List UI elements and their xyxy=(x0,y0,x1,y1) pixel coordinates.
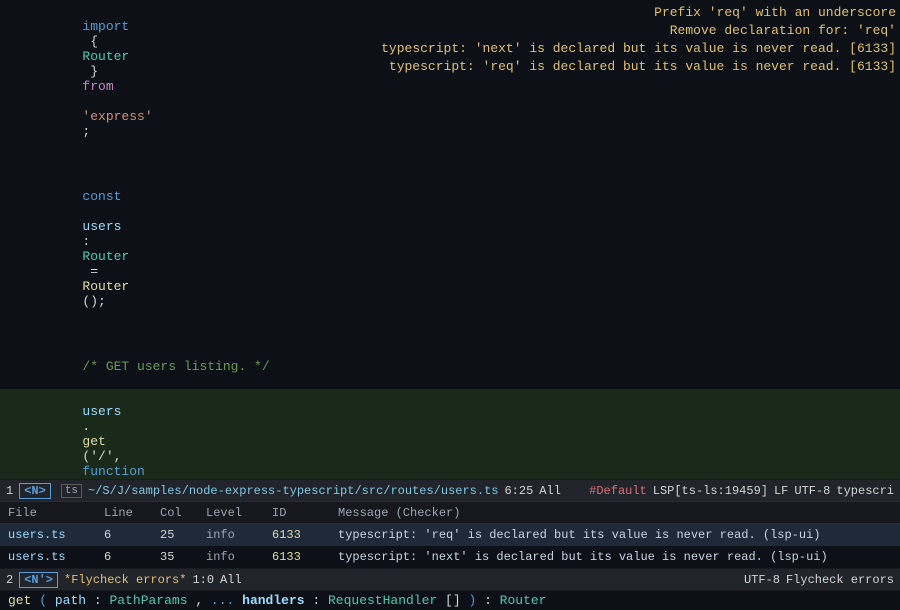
status-position: 6:25 xyxy=(504,484,533,498)
status-mode: <N> xyxy=(19,483,51,499)
status-lsp: LSP[ts-ls:19459] xyxy=(653,484,768,498)
bottom-mode: <N'> xyxy=(19,572,58,588)
bottom-linenum: 2 xyxy=(6,573,13,587)
code-line-5: /* GET users listing. */ xyxy=(0,344,900,389)
echo-area: get ( path : PathParams , ... handlers :… xyxy=(0,590,900,610)
code-line-1: import { Router } from 'express' ; xyxy=(0,4,900,154)
str-express: 'express' xyxy=(82,109,152,124)
diag-header: File Line Col Level ID Message (Checker) xyxy=(0,502,900,524)
diag-col-col: Col xyxy=(160,506,190,520)
editor-area: Prefix 'req' with an underscore Remove d… xyxy=(0,0,900,479)
bottom-flycheck-label: *Flycheck errors* xyxy=(64,573,186,587)
code-line-6: ● users . get ('/', function ( req , res… xyxy=(0,389,900,479)
diag-file-1: users.ts xyxy=(8,528,88,542)
status-linenum: 1 xyxy=(6,484,13,498)
diag-row-2[interactable]: users.ts 6 35 info 6133 typescript: 'nex… xyxy=(0,546,900,568)
code-content: import { Router } from 'express' ; xyxy=(20,4,900,154)
status-path: ~/S/J/samples/node-express-typescript/sr… xyxy=(88,484,498,498)
kw-from: from xyxy=(82,79,113,94)
diag-col-level: Level xyxy=(206,506,256,520)
diag-msg-1: typescript: 'req' is declared but its va… xyxy=(338,528,892,542)
kw-import: import xyxy=(82,19,129,34)
echo-fn-name: get ( path : PathParams , ... handlers :… xyxy=(8,593,546,608)
type-router: Router xyxy=(82,49,129,64)
diag-col-2: 35 xyxy=(160,550,190,564)
diag-level-1: info xyxy=(206,528,256,542)
code-line-4 xyxy=(0,324,900,344)
diag-col-line: Line xyxy=(104,506,144,520)
diag-col-msg: Message (Checker) xyxy=(338,506,892,520)
status-all: All xyxy=(539,484,561,498)
code-line-2 xyxy=(0,154,900,174)
diag-id-2: 6133 xyxy=(272,550,322,564)
status-ts-badge: ts xyxy=(61,484,82,498)
bottom-flycheck: Flycheck errors xyxy=(786,573,894,587)
bottom-status-bar: 2 <N'> *Flycheck errors* 1:0 All UTF-8 F… xyxy=(0,568,900,590)
status-default: #Default xyxy=(589,484,647,498)
status-lineending: LF xyxy=(774,484,788,498)
diag-line-1: 6 xyxy=(104,528,144,542)
status-major-mode: typescri xyxy=(836,484,894,498)
bottom-errors: 1:0 xyxy=(192,573,214,587)
diag-level-2: info xyxy=(206,550,256,564)
diagnostics-panel: File Line Col Level ID Message (Checker)… xyxy=(0,501,900,568)
diag-row-1[interactable]: users.ts 6 25 info 6133 typescript: 'req… xyxy=(0,524,900,546)
diag-file-2: users.ts xyxy=(8,550,88,564)
code-container[interactable]: Prefix 'req' with an underscore Remove d… xyxy=(0,0,900,479)
diag-col-1: 25 xyxy=(160,528,190,542)
diag-col-file: File xyxy=(8,506,88,520)
diag-msg-2: typescript: 'next' is declared but its v… xyxy=(338,550,892,564)
diag-col-id: ID xyxy=(272,506,322,520)
status-encoding: UTF-8 xyxy=(794,484,830,498)
code-line-3: const users : Router = Router (); xyxy=(0,174,900,324)
diag-id-1: 6133 xyxy=(272,528,322,542)
bottom-all: All xyxy=(220,573,242,587)
diag-line-2: 6 xyxy=(104,550,144,564)
bottom-encoding: UTF-8 xyxy=(744,573,780,587)
status-bar: 1 <N> ts ~/S/J/samples/node-express-type… xyxy=(0,479,900,501)
